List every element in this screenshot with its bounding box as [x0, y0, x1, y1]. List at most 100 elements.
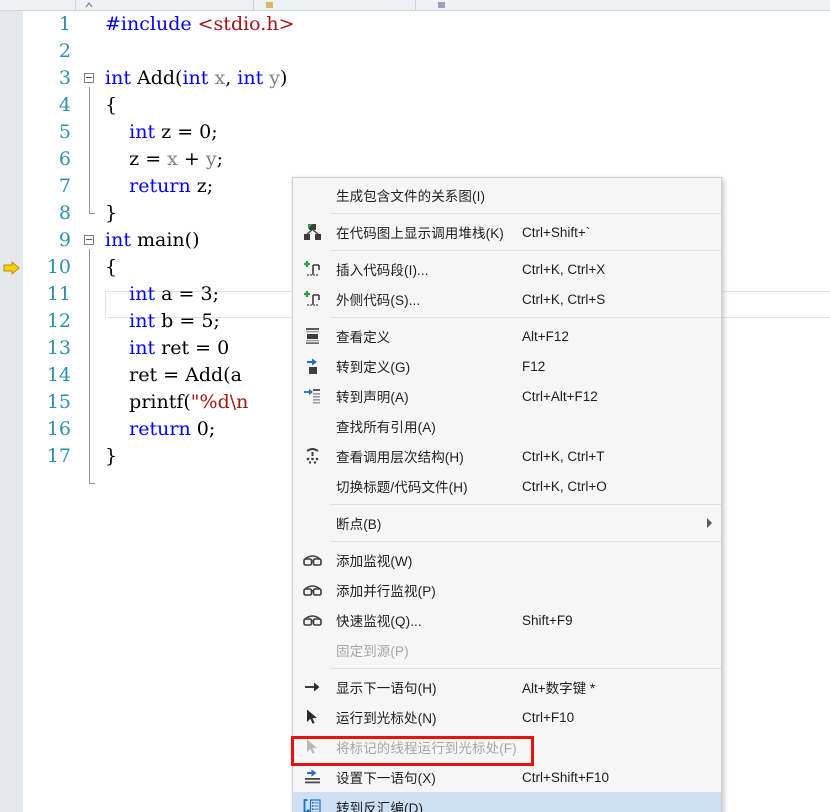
code-line[interactable]: 5 int z = 0; — [23, 119, 830, 146]
line-number: 11 — [46, 283, 71, 305]
menu-item-shortcut: Ctrl+K, Ctrl+X — [522, 261, 606, 277]
code-line-text: } — [105, 202, 118, 224]
menu-item[interactable]: 添加并行监视(P) — [293, 575, 721, 605]
menu-item-shortcut: Ctrl+Shift+` — [522, 224, 591, 240]
code-line-text: int ret = 0 — [129, 337, 230, 359]
toolbar-icon[interactable] — [437, 1, 446, 9]
code-line-text: int b = 5; — [129, 310, 220, 332]
code-line-text: ret = Add(a — [105, 364, 242, 386]
code-line-text: return z; — [129, 175, 214, 197]
toolbar-separator — [75, 0, 76, 10]
menu-item[interactable]: 切换标题/代码文件(H) Ctrl+K, Ctrl+O — [293, 471, 721, 501]
menu-item-shortcut: Ctrl+K, Ctrl+S — [522, 291, 606, 307]
menu-item-label: 生成包含文件的关系图(I) — [336, 189, 486, 204]
menu-item-label: 运行到光标处(N) — [336, 711, 437, 726]
menu-item[interactable]: 外侧代码(S)... Ctrl+K, Ctrl+S — [293, 284, 721, 314]
code-line-text: int a = 3; — [129, 283, 219, 305]
line-number: 2 — [58, 40, 71, 62]
menu-item-label: 转到定义(G) — [336, 360, 411, 375]
menu-icon-placeholder — [293, 411, 331, 441]
line-number: 1 — [58, 13, 71, 35]
menu-icon-placeholder — [293, 508, 331, 538]
toolbar-separator — [253, 0, 254, 10]
code-line-text: { — [105, 94, 118, 116]
menu-item-label: 固定到源(P) — [336, 644, 409, 659]
menu-separator — [331, 213, 721, 214]
menu-item-shortcut: Ctrl+Shift+F10 — [522, 769, 610, 785]
menu-icon-placeholder — [293, 180, 331, 210]
menu-separator — [331, 504, 721, 505]
current-statement-arrow-icon — [3, 260, 21, 276]
menu-item[interactable]: 插入代码段(I)... Ctrl+K, Ctrl+X — [293, 254, 721, 284]
menu-item[interactable]: 转到定义(G) F12 — [293, 351, 721, 381]
menu-item[interactable]: 快速监视(Q)... Shift+F9 — [293, 605, 721, 635]
code-line[interactable]: 3 int Add(int x, int y) — [23, 65, 830, 92]
line-number: 13 — [46, 337, 71, 359]
menu-item-label: 快速监视(Q)... — [336, 614, 422, 629]
menu-item[interactable]: 设置下一语句(X) Ctrl+Shift+F10 — [293, 762, 721, 792]
menu-separator — [331, 541, 721, 542]
menu-item[interactable]: 在代码图上显示调用堆栈(K) Ctrl+Shift+` — [293, 217, 721, 247]
code-line-text: #include <stdio.h> — [105, 13, 295, 35]
menu-item: 固定到源(P) — [293, 635, 721, 665]
line-number: 7 — [58, 175, 71, 197]
code-line[interactable]: 4{ — [23, 92, 830, 119]
editor-context-menu[interactable]: 生成包含文件的关系图(I) 在代码图上显示调用堆栈(K) Ctrl+Shift+` 插… — [292, 177, 722, 812]
menu-item-label: 添加监视(W) — [336, 554, 413, 569]
toolbar-separator — [415, 0, 416, 10]
code-line-text: int main() — [105, 229, 200, 251]
menu-item[interactable]: 运行到光标处(N) Ctrl+F10 — [293, 702, 721, 732]
toolbar-icon[interactable] — [85, 1, 94, 9]
run-flagged-threads-icon — [293, 732, 331, 762]
menu-item-label: 设置下一语句(X) — [336, 771, 436, 786]
line-number: 3 — [58, 67, 71, 89]
line-number: 5 — [58, 121, 71, 143]
menu-item[interactable]: 转到反汇编(D) — [293, 792, 721, 812]
menu-item[interactable]: 断点(B) — [293, 508, 721, 538]
menu-item-shortcut: Alt+数字键 * — [522, 681, 596, 696]
line-number: 17 — [46, 445, 71, 467]
menu-item-label: 查看定义 — [336, 330, 391, 345]
code-line-text: int z = 0; — [129, 121, 218, 143]
insert-snippet-icon — [293, 254, 331, 284]
menu-item[interactable]: 添加监视(W) — [293, 545, 721, 575]
surround-with-icon — [293, 284, 331, 314]
menu-item-label: 在代码图上显示调用堆栈(K) — [336, 226, 504, 241]
code-line-text: int Add(int x, int y) — [105, 67, 288, 89]
code-line-text: return 0; — [129, 418, 216, 440]
menu-separator — [331, 317, 721, 318]
go-to-declaration-icon — [293, 381, 331, 411]
outlining-guide-foot — [89, 483, 95, 484]
menu-item-label: 查看调用层次结构(H) — [336, 450, 464, 465]
menu-separator — [331, 668, 721, 669]
code-line-text: printf("%d\n — [105, 391, 249, 413]
menu-item[interactable]: 生成包含文件的关系图(I) — [293, 180, 721, 210]
menu-item[interactable]: 查找所有引用(A) — [293, 411, 721, 441]
line-number: 8 — [58, 202, 71, 224]
call-hierarchy-icon — [293, 441, 331, 471]
peek-definition-icon — [293, 321, 331, 351]
menu-item-shortcut: Ctrl+F10 — [522, 709, 575, 725]
menu-icon-placeholder — [293, 635, 331, 665]
toolbar-icon[interactable] — [265, 1, 274, 9]
menu-item-label: 转到反汇编(D) — [336, 801, 424, 812]
watch-icon — [293, 605, 331, 635]
menu-item[interactable]: 查看调用层次结构(H) Ctrl+K, Ctrl+T — [293, 441, 721, 471]
menu-item-shortcut: Alt+F12 — [522, 328, 569, 344]
menu-item[interactable]: 转到声明(A) Ctrl+Alt+F12 — [293, 381, 721, 411]
menu-separator — [331, 250, 721, 251]
code-line[interactable]: 6 z = x + y; — [23, 146, 830, 173]
code-line-text: } — [105, 445, 118, 467]
code-line[interactable]: 1 #include <stdio.h> — [23, 11, 830, 38]
menu-item-shortcut: Ctrl+Alt+F12 — [522, 388, 598, 404]
line-number: 6 — [58, 148, 71, 170]
line-number: 15 — [46, 391, 71, 413]
menu-item[interactable]: 显示下一语句(H) Alt+数字键 * — [293, 672, 721, 702]
toolbar-strip — [0, 0, 830, 11]
go-to-disassembly-icon — [293, 792, 331, 812]
code-line[interactable]: 2 — [23, 38, 830, 65]
indicator-margin[interactable] — [0, 11, 23, 812]
menu-item[interactable]: 查看定义 Alt+F12 — [293, 321, 721, 351]
code-line-text: { — [105, 256, 118, 278]
menu-item-shortcut: Ctrl+K, Ctrl+O — [522, 478, 607, 494]
